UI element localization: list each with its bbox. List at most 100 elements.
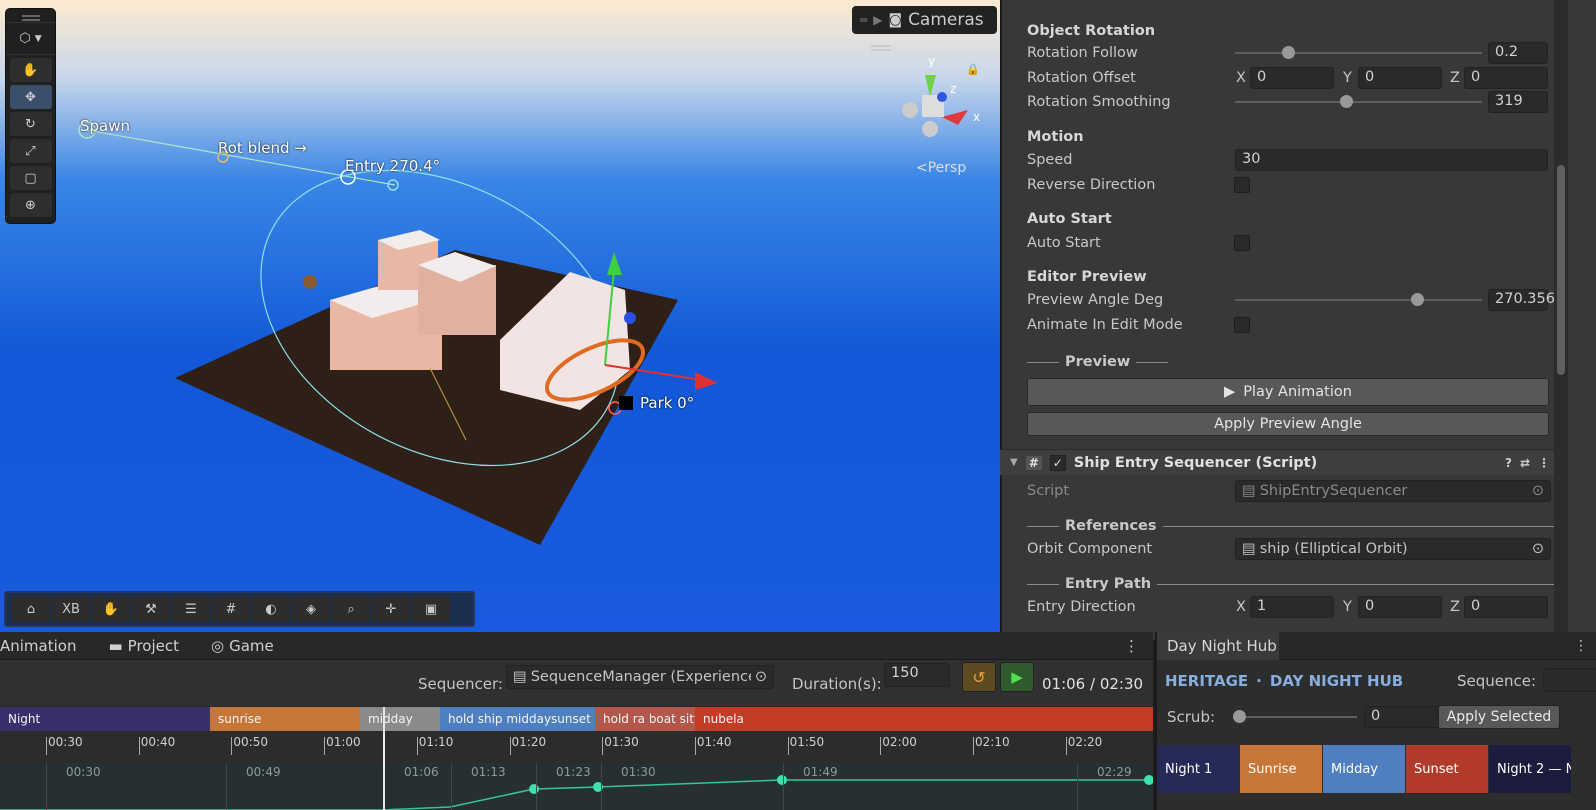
hub-preset-card[interactable]: Night 1 (1157, 745, 1239, 793)
key-time-label: 01:30 (621, 765, 656, 779)
gizmo-z-label: z (950, 82, 956, 96)
tab-animation[interactable]: Animation (0, 632, 92, 660)
grid-button[interactable]: # (212, 596, 250, 622)
transform-tool-button[interactable]: ⊕ (9, 193, 52, 217)
hub-preset-card[interactable]: Sunset (1406, 745, 1488, 793)
ruler-tick-label: 00:50 (233, 735, 268, 749)
tab-day-night-hub[interactable]: Day Night Hub (1157, 631, 1279, 660)
rotation-offset-x-field[interactable]: 0 (1250, 67, 1334, 89)
reverse-direction-checkbox[interactable] (1234, 177, 1250, 193)
view-options-dropdown[interactable]: ⬡ ▼ (6, 23, 55, 55)
timeline-segment[interactable]: midday (360, 707, 440, 731)
sequence-field[interactable] (1543, 668, 1596, 692)
overlay-grip[interactable] (6, 9, 55, 23)
pivot-button[interactable]: ✛ (372, 596, 410, 622)
ruler-tick-label: 01:40 (696, 735, 732, 749)
tools-button[interactable]: ⚒ (132, 596, 170, 622)
rect-tool-button[interactable]: ▢ (9, 166, 52, 190)
rotate-tool-button[interactable]: ↻ (9, 112, 52, 136)
enabled-checkbox[interactable]: ✓ (1049, 454, 1066, 471)
timeline-segment[interactable]: hold ship middaysunset (440, 707, 595, 731)
scene-home-button[interactable]: ⌂ (12, 596, 50, 622)
entry-direction-x-label: X (1236, 599, 1246, 615)
timeline-segment[interactable]: sunrise (210, 707, 360, 731)
preview-angle-value[interactable]: 270.356 (1488, 289, 1555, 311)
apply-preview-angle-button[interactable]: Apply Preview Angle (1027, 412, 1549, 436)
hand-icon: ✋ (102, 601, 120, 617)
scrub-slider[interactable] (1233, 706, 1357, 728)
ship-entry-sequencer-header[interactable]: ▼ # ✓ Ship Entry Sequencer (Script) ? ⇄ … (1000, 449, 1560, 475)
layers-button[interactable]: ◈ (292, 596, 330, 622)
play-animation-button[interactable]: ▶ Play Animation (1027, 378, 1549, 406)
object-picker-icon[interactable]: ⊙ (755, 669, 767, 685)
entry-direction-x-field[interactable]: 1 (1250, 596, 1334, 618)
apply-selected-button[interactable]: Apply Selected (1438, 705, 1560, 729)
move-tool-button[interactable]: ✥ (9, 85, 52, 109)
animate-edit-mode-checkbox[interactable] (1234, 317, 1250, 333)
references-section-label: References (1065, 518, 1157, 534)
rotation-offset-z-field[interactable]: 0 (1464, 67, 1548, 89)
entry-direction-z-field[interactable]: 0 (1464, 596, 1548, 618)
timeline-segment-bar[interactable]: Night sunrise midday hold ship middaysunset… (0, 707, 1153, 731)
orbit-component-field[interactable]: ▤ ship (Elliptical Orbit) ⊙ (1235, 538, 1551, 560)
object-picker-icon[interactable]: ⊙ (1532, 541, 1544, 557)
kebab-menu-icon[interactable]: ⋮ (1538, 456, 1550, 470)
rotation-follow-slider[interactable] (1235, 42, 1482, 64)
timeline-segment[interactable]: hold ra boat sittir (595, 707, 707, 731)
key-time-label: 00:30 (66, 765, 101, 779)
preview-section: Preview (1027, 352, 1169, 372)
overlay-handle-icon[interactable] (871, 45, 891, 51)
rotation-offset-y-field[interactable]: 0 (1358, 67, 1442, 89)
scrub-label: Scrub: (1167, 708, 1216, 726)
rotation-follow-value[interactable]: 0.2 (1488, 42, 1548, 64)
building-icon: ⌂ (26, 601, 36, 617)
scale-tool-button[interactable]: ⤢ (9, 139, 52, 163)
xb-button[interactable]: XB (52, 596, 90, 622)
timeline-curve-track[interactable]: 00:30 00:49 01:06 01:13 01:23 01:30 01:49 02:29 (0, 763, 1153, 810)
timeline-segment[interactable]: nubela (695, 707, 1153, 731)
inspector-scrollbar[interactable] (1554, 0, 1568, 640)
hub-preset-card[interactable]: Midday (1323, 745, 1405, 793)
hub-preset-card[interactable]: Night 2 — Ne (1489, 745, 1571, 793)
entry-label: Entry 270.4° (345, 157, 441, 175)
sequencer-field[interactable]: ▤ SequenceManager (Experience S ⊙ (506, 665, 774, 689)
entry-direction-y-field[interactable]: 0 (1358, 596, 1442, 618)
presets-icon[interactable]: ⇄ (1520, 456, 1530, 470)
scene-view[interactable]: Spawn Rot blend → Entry 270.4° Park 0° ⬡… (0, 0, 1000, 640)
references-section: References (1027, 516, 1563, 536)
orientation-gizmo[interactable]: y z x 🔒 (900, 55, 990, 155)
scrub-value[interactable]: 0 (1364, 706, 1440, 728)
tools-overlay: ⬡ ▼ ✋ ✥ ↻ ⤢ ▢ ⊕ (5, 8, 56, 224)
panel-menu-icon[interactable]: ⋮ (1124, 637, 1139, 655)
preview-angle-slider[interactable] (1235, 289, 1482, 311)
projection-label[interactable]: <Persp (916, 160, 966, 176)
play-button[interactable]: ▶ (1000, 662, 1034, 692)
moon-icon: ◐ (265, 601, 277, 617)
move-icon: ✥ (25, 89, 36, 105)
hub-preset-card[interactable]: Sunrise (1240, 745, 1322, 793)
rotation-smoothing-slider[interactable] (1235, 91, 1482, 113)
timeline-segment[interactable]: Night (0, 707, 210, 731)
help-icon[interactable]: ? (1505, 456, 1512, 470)
camera-settings-button[interactable]: ▣ (412, 596, 450, 622)
sliders-button[interactable]: ☰ (172, 596, 210, 622)
playhead[interactable] (383, 707, 385, 810)
rotation-follow-label: Rotation Follow (1027, 45, 1138, 61)
panel-menu-icon[interactable]: ⋮ (1574, 638, 1588, 654)
entry-direction-z-label: Z (1450, 599, 1460, 615)
tab-project[interactable]: ▬ Project (92, 632, 195, 660)
auto-start-checkbox[interactable] (1234, 235, 1250, 251)
speed-field[interactable]: 30 (1235, 149, 1548, 171)
search-button[interactable]: ⌕ (332, 596, 370, 622)
lighting-button[interactable]: ◐ (252, 596, 290, 622)
hand-button[interactable]: ✋ (92, 596, 130, 622)
foldout-arrow-icon[interactable]: ▼ (1010, 457, 1018, 468)
duration-field[interactable]: 150 (884, 663, 950, 687)
rotation-smoothing-value[interactable]: 319 (1488, 91, 1548, 113)
tab-game[interactable]: ◎ Game (195, 632, 290, 660)
duration-label: Duration(s): (792, 675, 882, 693)
timeline-ruler[interactable]: 00:30 00:40 00:50 01:00 01:10 01:20 01:30 01:40… (0, 731, 1153, 763)
cameras-overlay[interactable]: ═ ▶ ◙ Cameras (852, 6, 997, 34)
hand-tool-button[interactable]: ✋ (9, 58, 52, 82)
reset-button[interactable]: ↺ (962, 662, 996, 692)
